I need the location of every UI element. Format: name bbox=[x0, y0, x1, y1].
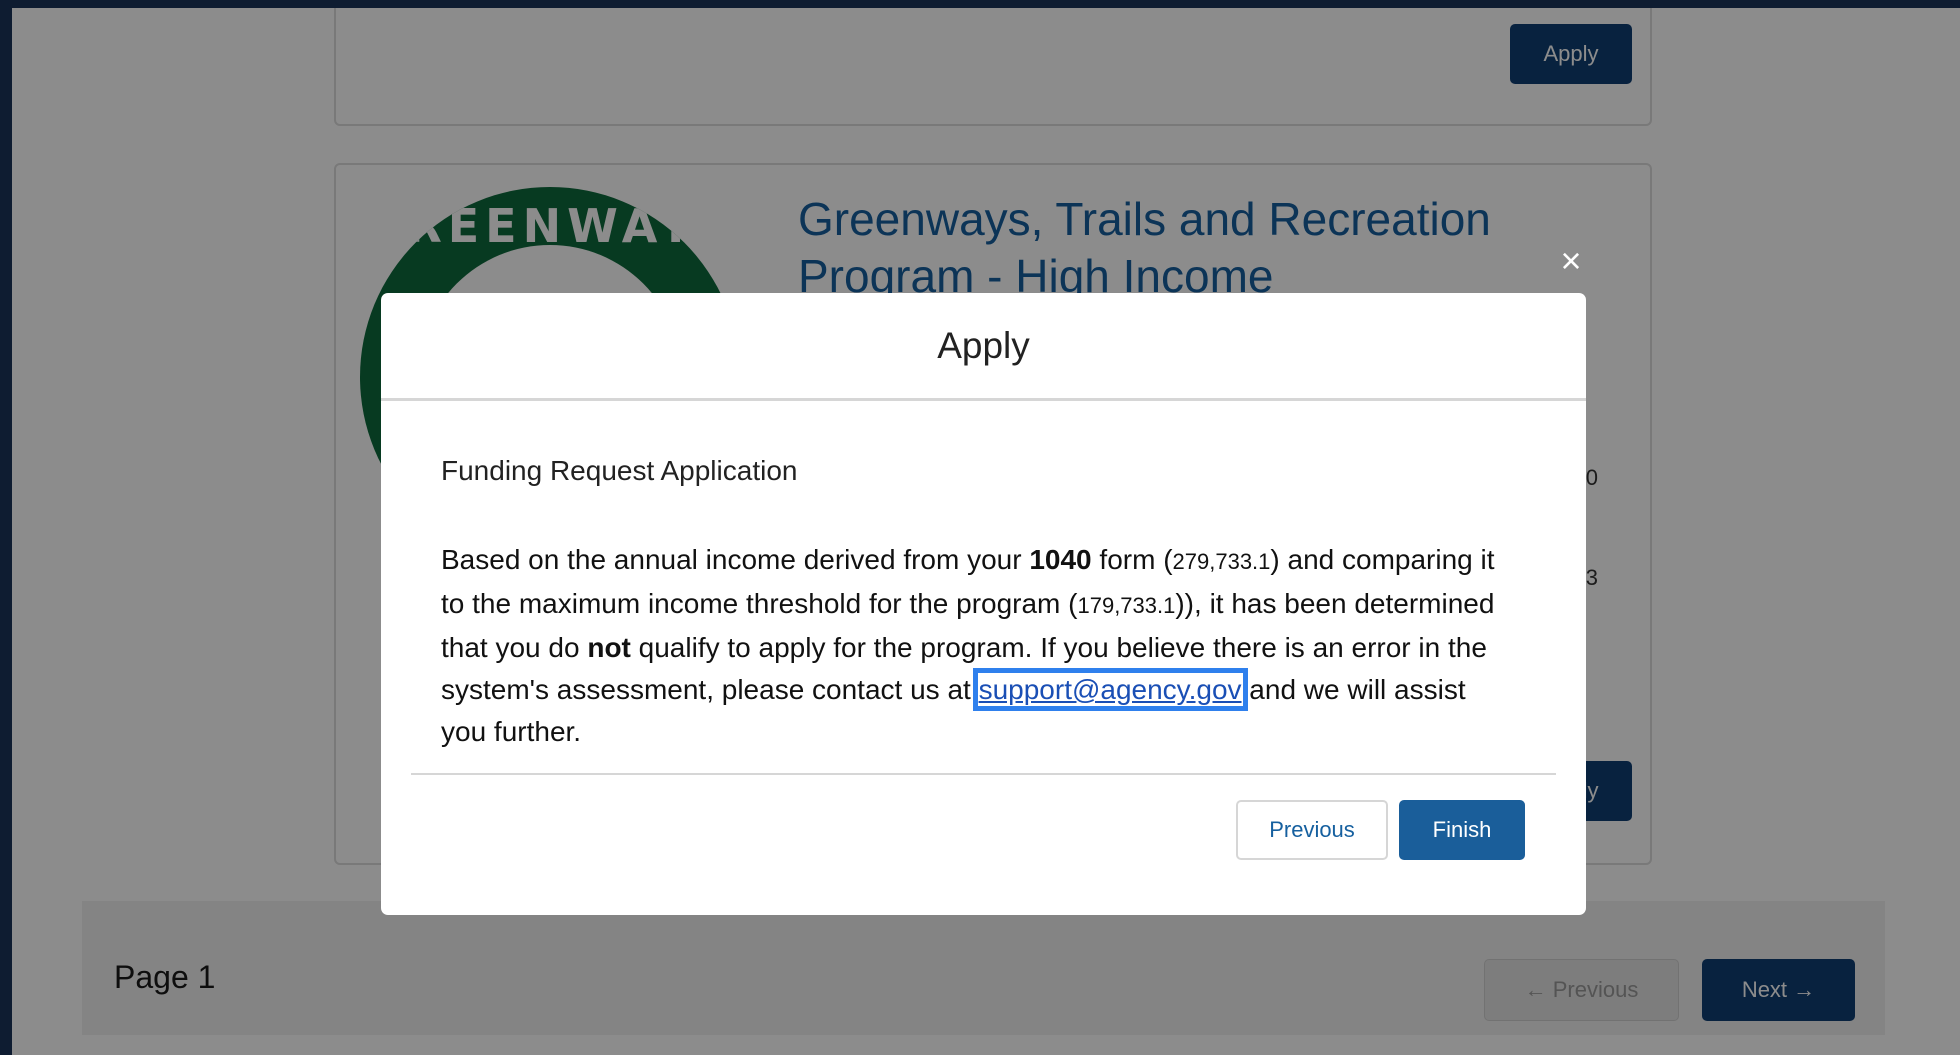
form-number: 1040 bbox=[1029, 544, 1092, 575]
dialog-subtitle: Funding Request Application bbox=[441, 455, 798, 486]
dialog-divider bbox=[411, 773, 1556, 775]
close-icon[interactable]: × bbox=[1554, 241, 1588, 281]
threshold-value: 179,733.1 bbox=[1077, 593, 1176, 618]
dialog-finish-button[interactable]: Finish bbox=[1399, 800, 1525, 860]
dialog-header: Apply bbox=[381, 293, 1586, 401]
income-value: 279,733.1 bbox=[1172, 549, 1271, 574]
dialog-previous-button[interactable]: Previous bbox=[1236, 800, 1388, 860]
message-text: form ( bbox=[1091, 544, 1173, 575]
apply-dialog: Apply Funding Request Application Based … bbox=[381, 293, 1586, 915]
dialog-title: Apply bbox=[937, 324, 1030, 366]
support-email-link[interactable]: support@agency.gov bbox=[972, 668, 1248, 711]
message-text: Based on the annual income derived from … bbox=[441, 544, 1030, 575]
emphasis-not: not bbox=[587, 632, 631, 663]
eligibility-message: Based on the annual income derived from … bbox=[441, 539, 1501, 753]
